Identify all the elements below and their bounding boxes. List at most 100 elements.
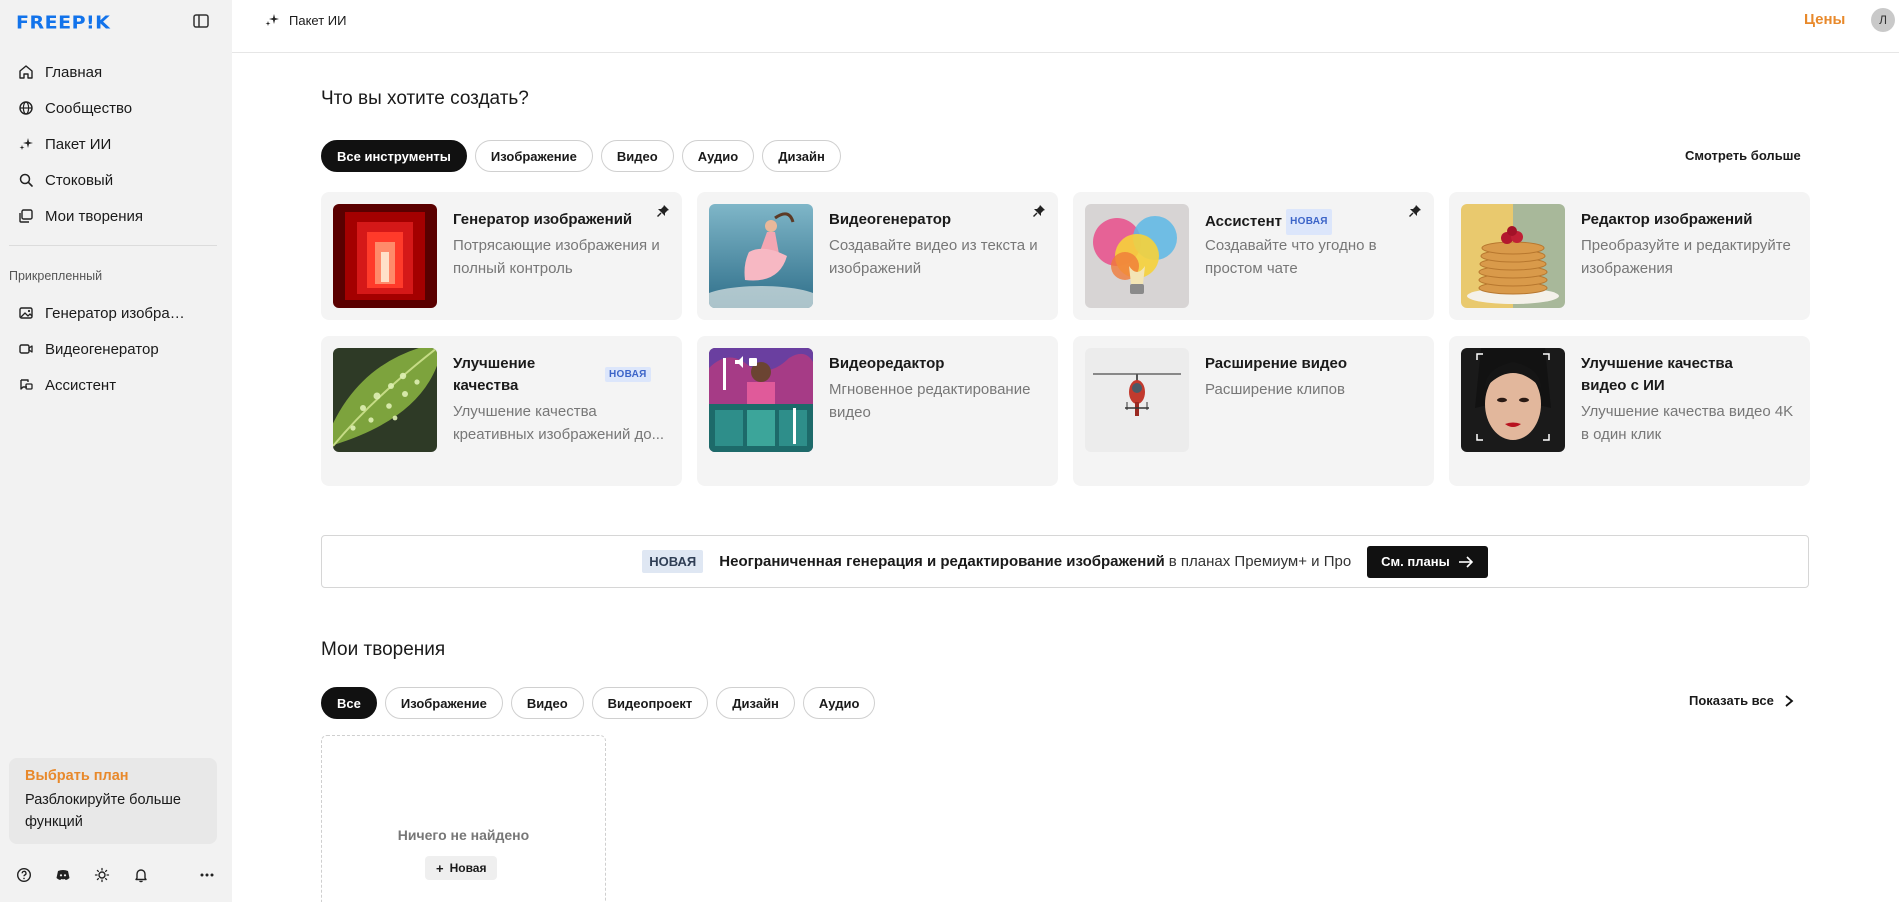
chip-video[interactable]: Видео — [600, 140, 674, 172]
empty-message: Ничего не найдено — [397, 827, 530, 843]
card-description: Мгновенное редактирование видео — [829, 381, 1031, 421]
tool-card-video-editor[interactable]: Видеоредактор Мгновенное редактирование … — [697, 336, 1058, 486]
tool-card-video-extension[interactable]: Расширение видео Расширение клипов — [1073, 336, 1434, 486]
pin-icon[interactable] — [1408, 204, 1422, 218]
help-icon[interactable] — [15, 866, 33, 884]
card-description: Создавайте что угодно в простом чате — [1205, 237, 1377, 277]
globe-icon — [17, 99, 35, 117]
card-description: Преобразуйте и редактируйте изображения — [1581, 237, 1791, 277]
show-all-link[interactable]: Показать все — [1689, 693, 1794, 708]
freepik-logo[interactable]: FREEP!K — [16, 13, 110, 34]
create-heading: Что вы хотите создать? — [321, 88, 529, 109]
creations-heading: Мои творения — [321, 639, 446, 660]
banner-headline: Неограниченная генерация и редактировани… — [719, 553, 1165, 570]
sun-icon[interactable] — [93, 866, 111, 884]
tool-card-image-upscaler[interactable]: Улучшение качества НОВАЯ Улучшение качес… — [321, 336, 682, 486]
chip-audio[interactable]: Аудио — [802, 687, 876, 719]
nav-item-home[interactable]: Главная — [0, 54, 232, 90]
nav-item-label: Пакет ИИ — [45, 135, 112, 153]
bell-icon[interactable] — [132, 866, 150, 884]
chip-all-tools[interactable]: Все инструменты — [321, 140, 467, 172]
nav-item-label: Стоковый — [45, 171, 114, 189]
nav-item-stock[interactable]: Стоковый — [0, 162, 232, 198]
new-creation-button[interactable]: + Новая — [425, 856, 498, 880]
card-title: Генератор изображений — [453, 211, 633, 228]
thumbnail-helicopter — [1085, 348, 1189, 452]
chip-video-project[interactable]: Видеопроект — [591, 687, 709, 719]
pinned-section-title: Прикрепленный — [9, 269, 103, 283]
thumbnail-video-editor — [709, 348, 813, 452]
chevron-right-icon — [1785, 694, 1794, 707]
tool-card-video-upscaler[interactable]: Улучшение качества видео с ИИ Улучшение … — [1449, 336, 1810, 486]
chip-image[interactable]: Изображение — [384, 687, 503, 719]
choose-plan-card[interactable]: Выбрать план Разблокируйте больше функци… — [9, 758, 217, 844]
tool-card-video-generator[interactable]: Видеогенератор Создавайте видео из текст… — [697, 192, 1058, 320]
avatar[interactable]: Л — [1871, 8, 1895, 32]
card-title-text: Ассистент — [1205, 212, 1282, 230]
main-nav: Главная Сообщество Пакет ИИ Стоковый Мои… — [0, 54, 232, 234]
chip-image[interactable]: Изображение — [474, 140, 593, 172]
nav-item-label: Главная — [45, 63, 103, 81]
see-plans-button[interactable]: См. планы — [1367, 545, 1488, 578]
nav-item-label: Мои творения — [45, 207, 144, 225]
see-more-link[interactable]: Смотреть больше — [1685, 148, 1801, 163]
breadcrumb-label[interactable]: Пакет ИИ — [289, 13, 346, 28]
promo-banner: НОВАЯ Неограниченная генерация и редакти… — [321, 535, 1809, 588]
search-icon — [17, 171, 35, 189]
card-title: Видеогенератор — [829, 211, 952, 228]
new-badge: НОВАЯ — [605, 367, 651, 382]
chip-audio[interactable]: Аудио — [681, 140, 755, 172]
card-title: Ассистент НОВАЯ — [1205, 209, 1332, 235]
card-description: Улучшение качества креативных изображени… — [453, 403, 665, 443]
sidebar-toggle-icon[interactable] — [192, 12, 210, 30]
pin-icon[interactable] — [656, 204, 670, 218]
tool-card-image-editor[interactable]: Редактор изображений Преобразуйте и реда… — [1449, 192, 1810, 320]
card-title: Улучшение качества — [453, 355, 536, 394]
chip-all[interactable]: Все — [321, 687, 377, 719]
chip-design[interactable]: Дизайн — [762, 140, 841, 172]
thumbnail-colorful-bulb — [1085, 204, 1189, 308]
chip-design[interactable]: Дизайн — [716, 687, 795, 719]
plan-subtitle: Разблокируйте больше функций — [25, 792, 181, 830]
pin-icon[interactable] — [1032, 204, 1046, 218]
pinned-item-image-generator[interactable]: Генератор изображений — [0, 295, 232, 331]
arrow-right-icon — [1458, 555, 1473, 568]
more-icon[interactable] — [198, 866, 216, 884]
sparkles-icon — [264, 12, 280, 28]
tool-filter-chips: Все инструменты Изображение Видео Аудио … — [321, 140, 841, 172]
top-bar: Пакет ИИ Цены Л — [232, 0, 1899, 53]
nav-item-ai-suite[interactable]: Пакет ИИ — [0, 126, 232, 162]
card-description: Потрясающие изображения и полный контрол… — [453, 237, 660, 277]
home-icon — [17, 63, 35, 81]
nav-item-my-creations[interactable]: Мои творения — [0, 198, 232, 234]
pricing-link[interactable]: Цены — [1804, 11, 1845, 28]
chat-icon — [17, 376, 35, 394]
pinned-item-assistant[interactable]: Ассистент — [0, 367, 232, 403]
creation-filter-chips: Все Изображение Видео Видеопроект Дизайн… — [321, 687, 876, 719]
thumbnail-pancakes — [1461, 204, 1565, 308]
discord-icon[interactable] — [54, 866, 72, 884]
pinned-item-label: Генератор изображений — [45, 304, 185, 322]
show-all-label: Показать все — [1689, 693, 1774, 708]
thumbnail-red-corridor — [333, 204, 437, 308]
tool-card-image-generator[interactable]: Генератор изображений Потрясающие изобра… — [321, 192, 682, 320]
pinned-item-label: Видеогенератор — [45, 340, 159, 358]
new-creation-label: Новая — [449, 861, 487, 875]
card-description: Расширение клипов — [1205, 381, 1345, 398]
nav-item-label: Сообщество — [45, 99, 133, 117]
chip-video[interactable]: Видео — [510, 687, 584, 719]
tool-card-assistant[interactable]: Ассистент НОВАЯ Создавайте что угодно в … — [1073, 192, 1434, 320]
new-badge: НОВАЯ — [642, 550, 704, 573]
breadcrumb: Пакет ИИ — [264, 12, 346, 28]
video-icon — [17, 340, 35, 358]
pinned-item-video-generator[interactable]: Видеогенератор — [0, 331, 232, 367]
sidebar-divider — [9, 245, 217, 246]
nav-item-community[interactable]: Сообщество — [0, 90, 232, 126]
thumbnail-leaf-droplets — [333, 348, 437, 452]
gallery-icon — [17, 207, 35, 225]
plus-icon: + — [436, 860, 444, 876]
banner-text: в планах Премиум+ и Про — [1168, 553, 1352, 570]
image-icon — [17, 304, 35, 322]
plan-title: Выбрать план — [25, 768, 129, 784]
pinned-item-label: Ассистент — [45, 376, 117, 394]
